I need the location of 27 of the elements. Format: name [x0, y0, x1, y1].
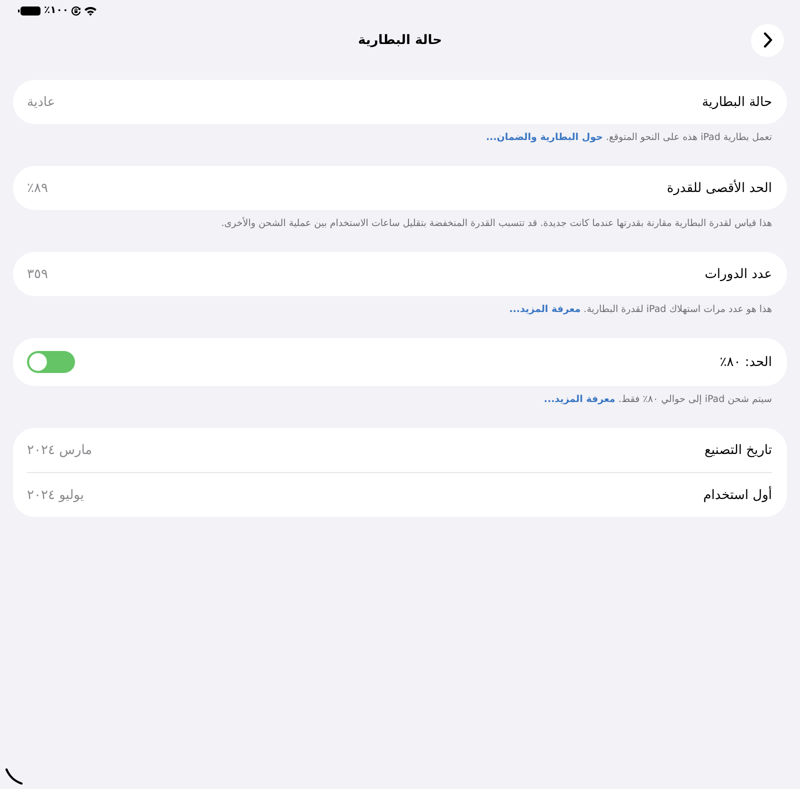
footnote-text: هذا قياس لقدرة البطارية مقارنة بقدرتها عندما كانت جديدة. قد تتسبب القدرة المنخفضة بتقليل ساعات الاستخدام بين عملية الشحن والأخرى. — [221, 218, 772, 229]
setting-label: الحد: ٨٠٪ — [720, 354, 772, 370]
setting-label: تاريخ التصنيع — [704, 442, 772, 458]
footnote-text: تعمل بطارية iPad هذه على النحو المتوقع. — [606, 132, 772, 143]
toggle-switch[interactable] — [27, 351, 75, 373]
battery-percentage: ١٠٠٪ — [44, 5, 68, 17]
setting-value: ٣٥٩ — [27, 266, 48, 282]
setting-value: ٨٩٪ — [27, 180, 48, 196]
footnote-text: سيتم شحن iPad إلى حوالي ٨٠٪ فقط. — [618, 394, 772, 405]
rotation-lock-icon — [71, 6, 82, 16]
page-title: حالة البطارية — [358, 32, 442, 48]
footnote-text: هذا هو عدد مرات استهلاك iPad لقدرة البطارية. — [584, 304, 772, 315]
wifi-icon — [84, 6, 98, 16]
setting-label: أول استخدام — [703, 488, 772, 502]
learn-more-link[interactable]: حول البطارية والضمان... — [486, 132, 603, 143]
learn-more-link[interactable]: معرفة المزيد... — [544, 394, 616, 405]
setting-label: عدد الدورات — [704, 266, 772, 282]
setting-label: الحد الأقصى للقدرة — [666, 180, 772, 196]
setting-value: عادية — [27, 94, 56, 110]
back-button[interactable] — [751, 24, 784, 56]
chevron-right-icon — [762, 32, 772, 48]
setting-value: مارس ٢٠٢٤ — [27, 442, 92, 458]
setting-value: يوليو ٢٠٢٤ — [27, 488, 84, 502]
setting-label: حالة البطارية — [702, 94, 772, 110]
curved-line-icon — [5, 768, 23, 785]
battery-icon — [18, 6, 41, 16]
learn-more-link[interactable]: معرفة المزيد... — [509, 304, 581, 315]
